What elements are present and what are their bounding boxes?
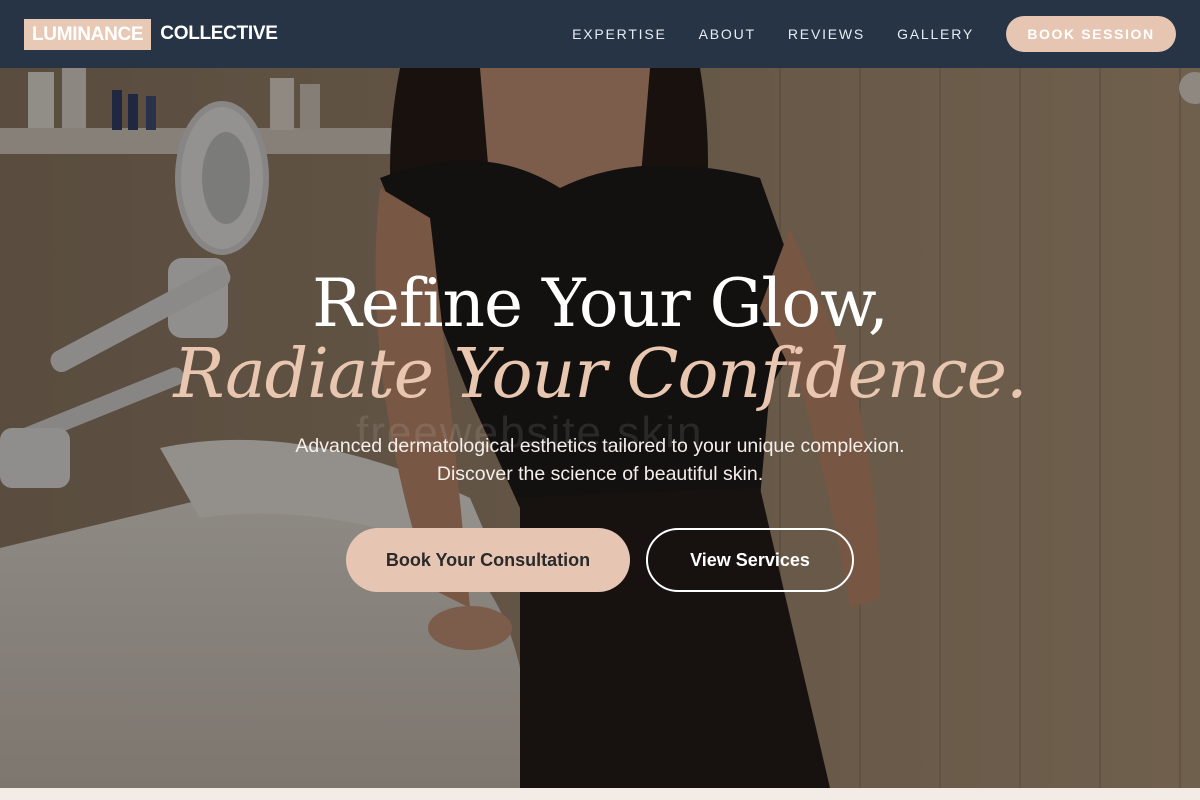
main-nav: EXPERTISE ABOUT REVIEWS GALLERY BOOK SES… bbox=[540, 16, 1176, 52]
book-consultation-button[interactable]: Book Your Consultation bbox=[346, 528, 630, 592]
logo-wordmark: COLLECTIVE bbox=[160, 23, 278, 44]
nav-link-gallery[interactable]: GALLERY bbox=[897, 26, 974, 42]
nav-link-about[interactable]: ABOUT bbox=[699, 26, 756, 42]
hero-headline-line2: Radiate Your Confidence. bbox=[173, 335, 1027, 414]
logo[interactable]: LUMINANCE COLLECTIVE bbox=[24, 18, 278, 50]
book-session-button[interactable]: BOOK SESSION bbox=[1006, 16, 1176, 52]
nav-link-reviews[interactable]: REVIEWS bbox=[788, 26, 865, 42]
hero-subtext-line1: Advanced dermatological esthetics tailor… bbox=[295, 435, 905, 457]
hero-subtext-line2: Discover the science of beautiful skin. bbox=[436, 463, 764, 485]
hero-subtext: Advanced dermatological esthetics tailor… bbox=[0, 432, 1200, 488]
nav-link-expertise[interactable]: EXPERTISE bbox=[572, 26, 667, 42]
hero-content: Refine Your Glow, Radiate Your Confidenc… bbox=[0, 68, 1200, 788]
hero-headline-line1: Refine Your Glow, bbox=[312, 265, 889, 342]
view-services-button[interactable]: View Services bbox=[646, 528, 854, 592]
logo-mark: LUMINANCE bbox=[24, 18, 152, 50]
site-header: LUMINANCE COLLECTIVE EXPERTISE ABOUT REV… bbox=[0, 0, 1200, 68]
page-bottom-strip bbox=[0, 788, 1200, 800]
hero-section: Refine Your Glow, Radiate Your Confidenc… bbox=[0, 68, 1200, 788]
